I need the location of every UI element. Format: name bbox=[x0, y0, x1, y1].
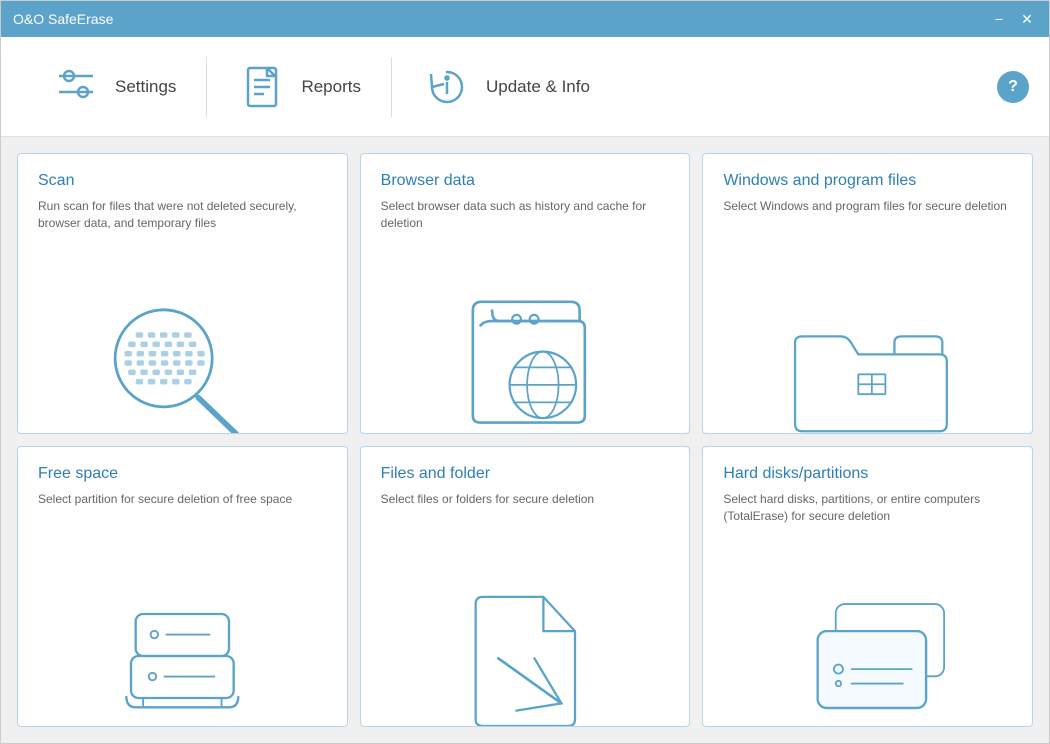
main-grid: Scan Run scan for files that were not de… bbox=[1, 137, 1049, 743]
close-button[interactable]: ✕ bbox=[1017, 9, 1037, 29]
browser-data-title: Browser data bbox=[381, 172, 670, 190]
files-folder-icon bbox=[381, 586, 670, 726]
windows-files-icon bbox=[723, 293, 1012, 433]
title-controls: − ✕ bbox=[989, 9, 1037, 29]
scan-icon-area bbox=[38, 232, 327, 433]
scan-card[interactable]: Scan Run scan for files that were not de… bbox=[17, 153, 348, 434]
browser-data-desc: Select browser data such as history and … bbox=[381, 198, 670, 232]
free-space-desc: Select partition for secure deletion of … bbox=[38, 491, 327, 508]
free-space-card[interactable]: Free space Select partition for secure d… bbox=[17, 446, 348, 727]
scan-title: Scan bbox=[38, 172, 327, 190]
reports-toolbar-item[interactable]: Reports bbox=[217, 52, 381, 122]
files-folder-title: Files and folder bbox=[381, 465, 670, 483]
scan-desc: Run scan for files that were not deleted… bbox=[38, 198, 327, 232]
update-toolbar-item[interactable]: Update & Info bbox=[402, 52, 610, 122]
minimize-button[interactable]: − bbox=[989, 9, 1009, 29]
free-space-icon bbox=[38, 586, 327, 726]
toolbar-sep-2 bbox=[391, 57, 392, 117]
help-button[interactable]: ? bbox=[997, 71, 1029, 103]
title-bar: O&O SafeErase − ✕ bbox=[1, 1, 1049, 37]
hard-disks-title: Hard disks/partitions bbox=[723, 465, 1012, 483]
hard-disks-icon bbox=[723, 586, 1012, 726]
files-folder-card[interactable]: Files and folder Select files or folders… bbox=[360, 446, 691, 727]
reports-label: Reports bbox=[301, 77, 361, 97]
free-space-title: Free space bbox=[38, 465, 327, 483]
settings-icon bbox=[51, 62, 101, 112]
scan-icon bbox=[38, 293, 327, 433]
windows-files-card[interactable]: Windows and program files Select Windows… bbox=[702, 153, 1033, 434]
files-folder-desc: Select files or folders for secure delet… bbox=[381, 491, 670, 508]
windows-files-title: Windows and program files bbox=[723, 172, 1012, 190]
hard-disks-card[interactable]: Hard disks/partitions Select hard disks,… bbox=[702, 446, 1033, 727]
windows-files-desc: Select Windows and program files for sec… bbox=[723, 198, 1012, 215]
settings-label: Settings bbox=[115, 77, 176, 97]
browser-data-icon-area bbox=[381, 232, 670, 433]
windows-files-icon-area bbox=[723, 215, 1012, 433]
window-title: O&O SafeErase bbox=[13, 11, 989, 27]
free-space-icon-area bbox=[38, 508, 327, 726]
hard-disks-desc: Select hard disks, partitions, or entire… bbox=[723, 491, 1012, 525]
browser-data-card[interactable]: Browser data Select browser data such as… bbox=[360, 153, 691, 434]
hard-disks-icon-area bbox=[723, 525, 1012, 726]
update-label: Update & Info bbox=[486, 77, 590, 97]
browser-icon bbox=[381, 293, 670, 433]
files-folder-icon-area bbox=[381, 508, 670, 726]
toolbar-sep-1 bbox=[206, 57, 207, 117]
update-icon bbox=[422, 62, 472, 112]
reports-icon bbox=[237, 62, 287, 112]
toolbar: Settings Reports bbox=[1, 37, 1049, 137]
app-window: O&O SafeErase − ✕ Settings bbox=[0, 0, 1050, 744]
settings-toolbar-item[interactable]: Settings bbox=[31, 52, 196, 122]
